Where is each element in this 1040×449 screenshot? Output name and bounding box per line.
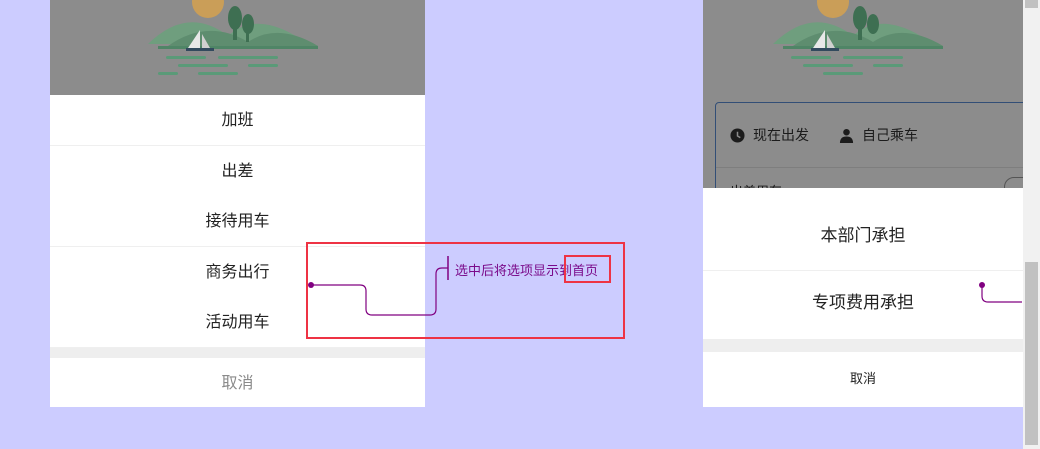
annotation-anchor-dot-right [979,282,985,288]
annotation-connectors [308,256,1022,316]
annotation-text: 选中后将选项显示 [455,264,560,279]
annotation-highlight-box [564,255,611,283]
annotation-line-right [981,285,1022,303]
